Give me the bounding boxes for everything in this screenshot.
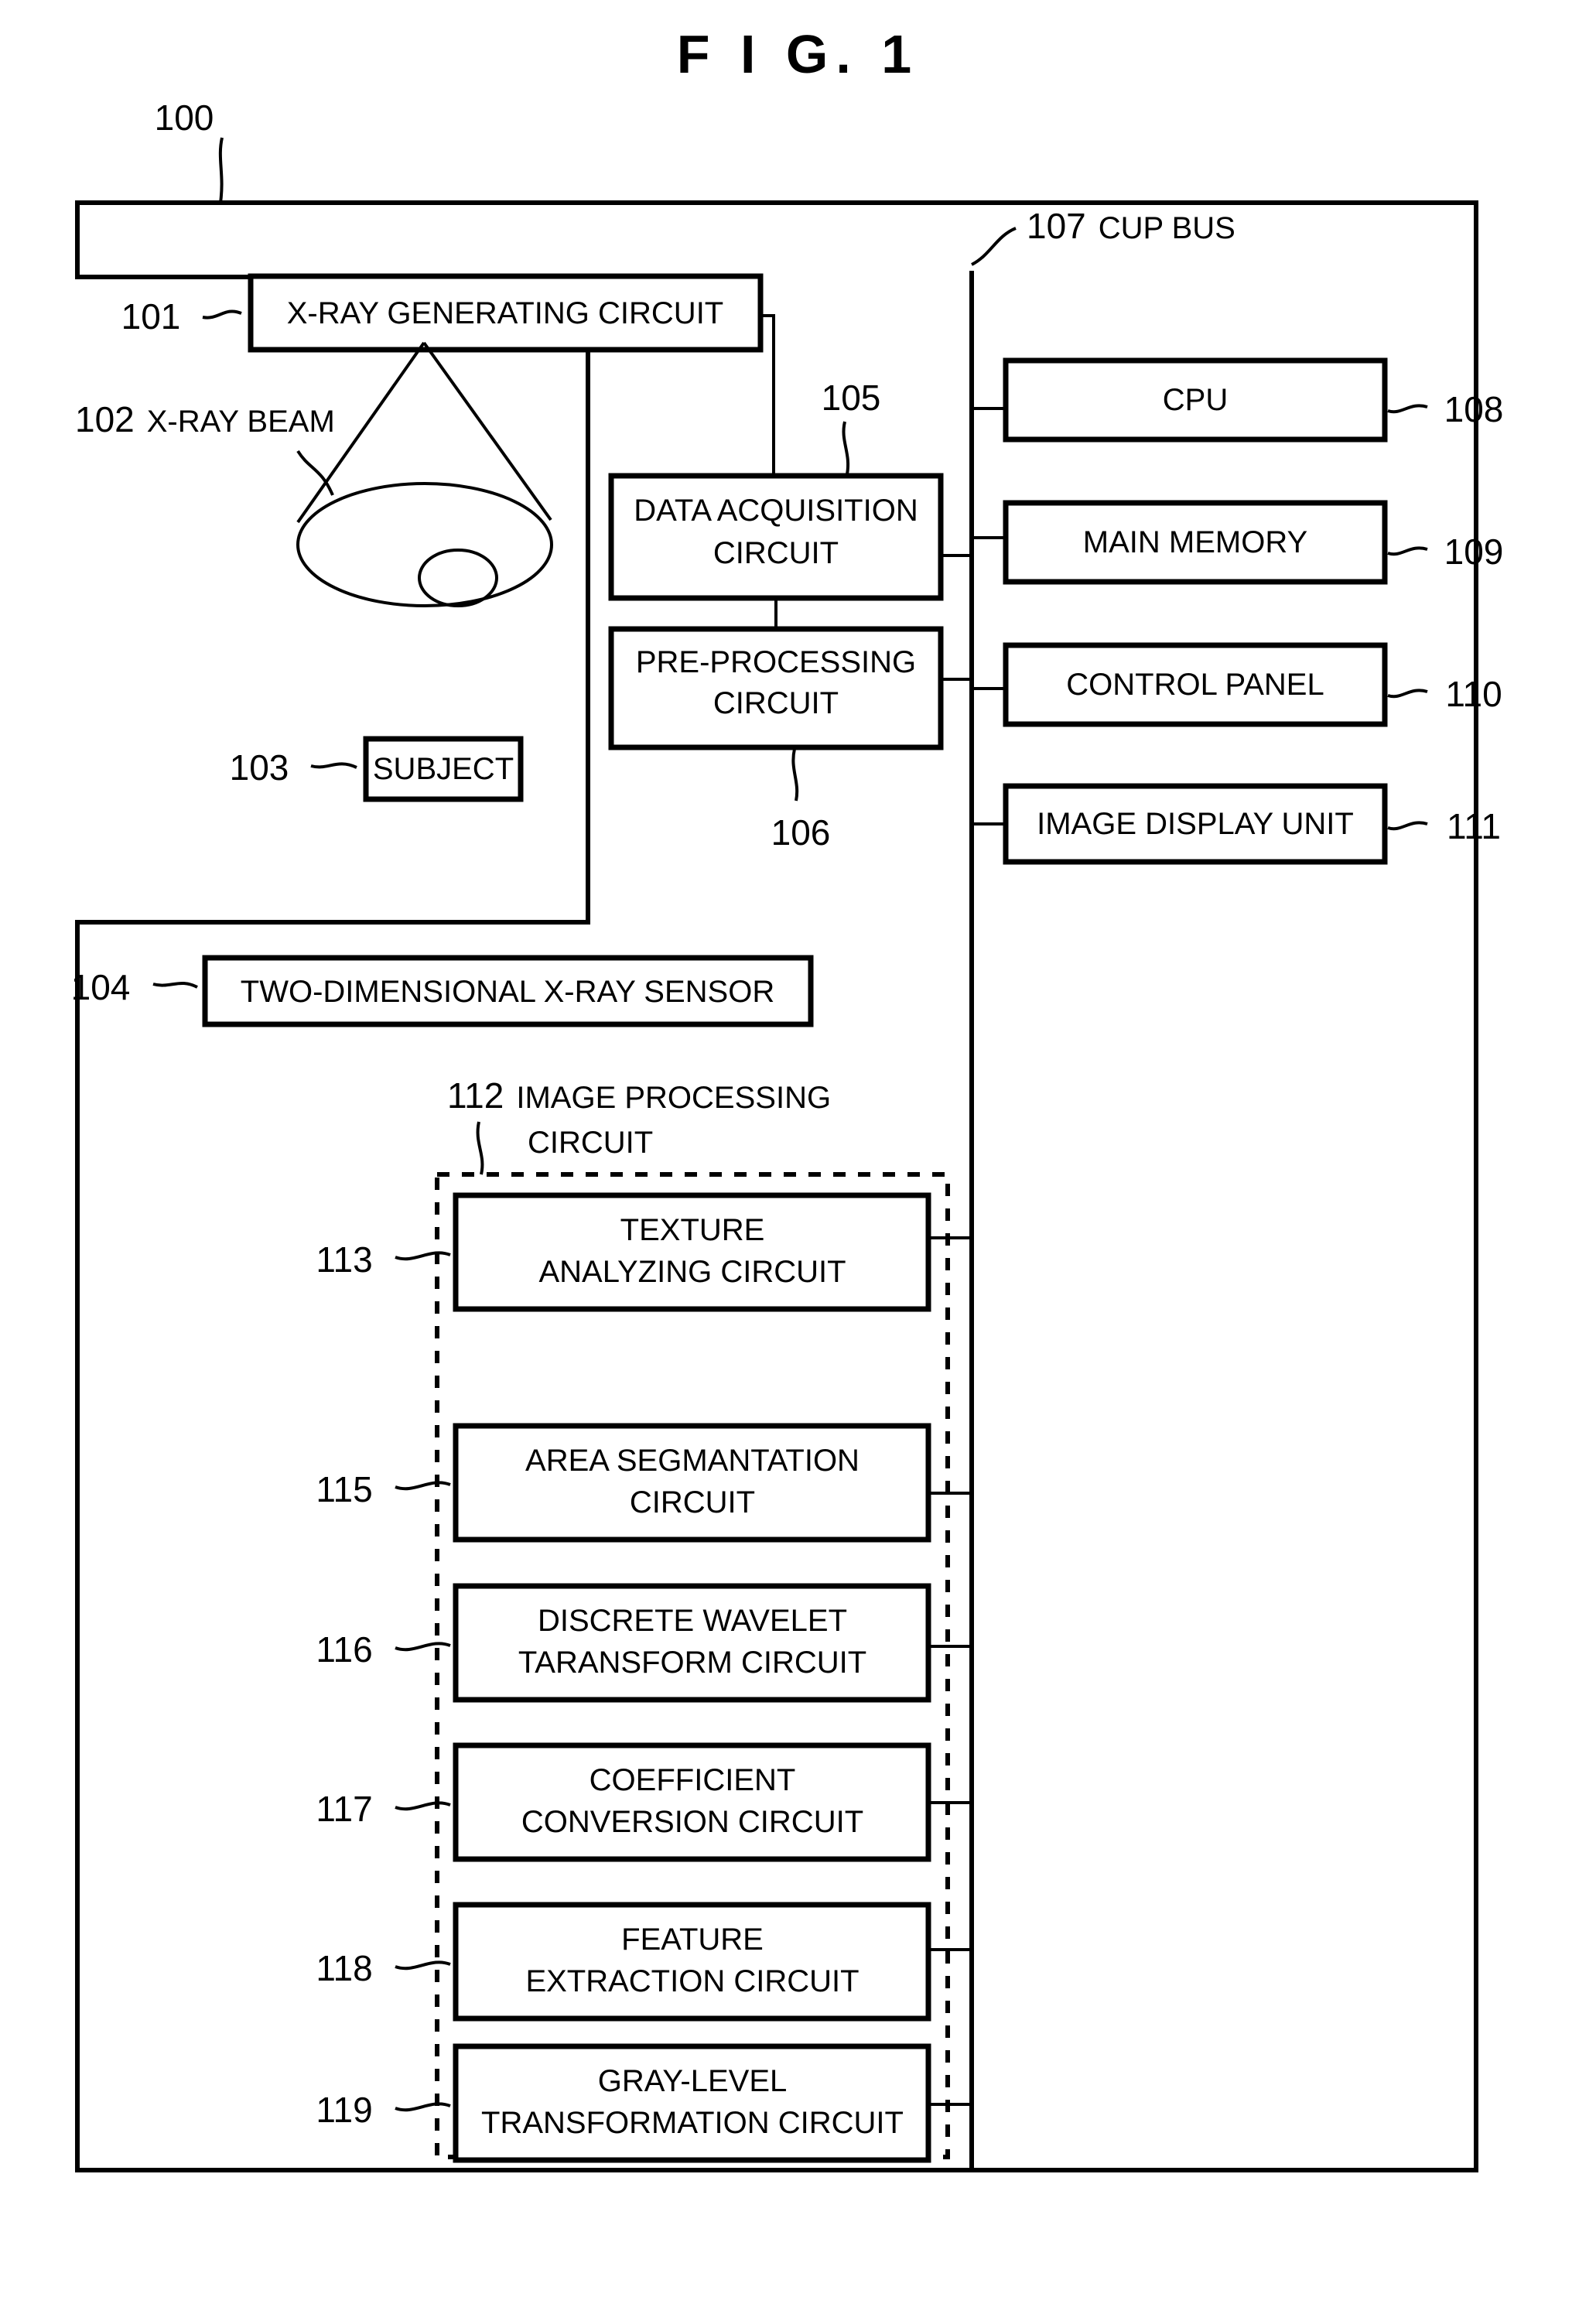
label-data-acquisition-line2: CIRCUIT: [713, 536, 839, 570]
lead-line-111: [1387, 821, 1428, 831]
lead-line-100: [218, 137, 224, 203]
label-subject: SUBJECT: [373, 752, 514, 786]
text-xray-beam: X-RAY BEAM: [147, 405, 335, 439]
ref-103: 103: [230, 747, 289, 788]
label-wavelet-line1: DISCRETE WAVELET: [538, 1604, 847, 1638]
lead-line-117: [395, 1801, 451, 1811]
lead-line-115: [395, 1481, 451, 1491]
ref-109: 109: [1444, 532, 1504, 572]
ref-119: 119: [316, 2090, 372, 2130]
label-texture-line2: ANALYZING CIRCUIT: [538, 1255, 846, 1289]
label-area-seg-line1: AREA SEGMANTATION: [525, 1444, 860, 1478]
ref-117: 117: [316, 1789, 372, 1829]
label-image-display-unit: IMAGE DISPLAY UNIT: [1037, 807, 1354, 841]
label-two-dimensional-xray-sensor: TWO-DIMENSIONAL X-RAY SENSOR: [241, 975, 774, 1009]
label-control-panel: CONTROL PANEL: [1066, 668, 1324, 702]
lead-line-109: [1387, 546, 1428, 556]
label-coefficient-line2: CONVERSION CIRCUIT: [521, 1805, 863, 1839]
lead-line-112: [476, 1121, 484, 1175]
lead-line-108: [1387, 404, 1428, 414]
lead-line-110: [1387, 689, 1428, 699]
patent-figure: F I G. 1 100 X-RAY GENERATING CIRCUIT 10…: [0, 0, 1596, 2297]
lead-line-116: [395, 1642, 451, 1652]
ref-106: 106: [771, 812, 831, 853]
ref-105: 105: [822, 378, 881, 418]
lead-line-101: [202, 309, 242, 320]
text-image-processing: IMAGE PROCESSING: [516, 1081, 831, 1115]
ref-112: 112: [447, 1075, 504, 1116]
label-cpu: CPU: [1163, 383, 1228, 417]
label-texture-line1: TEXTURE: [620, 1213, 765, 1247]
ref-115: 115: [316, 1469, 372, 1509]
ref-116: 116: [316, 1629, 372, 1670]
label-coefficient-line1: COEFFICIENT: [590, 1763, 796, 1797]
ref-104: 104: [71, 967, 131, 1007]
ref-102: 102: [75, 399, 135, 439]
label-gray-line2: TRANSFORMATION CIRCUIT: [481, 2106, 904, 2140]
xray-beam-focus-ellipse: [418, 549, 498, 607]
label-area-seg-line2: CIRCUIT: [630, 1485, 755, 1519]
label-data-acquisition-line1: DATA ACQUISITION: [634, 494, 918, 528]
label-pre-processing-line1: PRE-PROCESSING: [636, 645, 916, 679]
ref-107: 107: [1027, 206, 1086, 246]
label-xray-generating-circuit: X-RAY GENERATING CIRCUIT: [287, 296, 724, 330]
label-pre-processing-line2: CIRCUIT: [713, 686, 839, 720]
figure-canvas: 100 X-RAY GENERATING CIRCUIT 101 102 X-RA…: [71, 97, 1504, 2172]
lead-line-106: [791, 748, 799, 802]
lead-line-119: [395, 2102, 451, 2112]
ref-108: 108: [1444, 389, 1504, 429]
ref-110: 110: [1445, 674, 1502, 714]
label-main-memory: MAIN MEMORY: [1083, 525, 1307, 559]
label-cpu-bus: 107 CUP BUS: [1027, 206, 1235, 246]
lead-line-103: [310, 762, 357, 769]
label-wavelet-line2: TARANSFORM CIRCUIT: [518, 1646, 866, 1680]
ref-111: 111: [1447, 806, 1501, 846]
label-feature-line1: FEATURE: [621, 1923, 764, 1957]
label-image-processing-line2: CIRCUIT: [528, 1126, 653, 1160]
ref-118: 118: [316, 1948, 372, 1988]
xray-beam-base-ellipse: [296, 482, 553, 607]
lead-line-118: [395, 1960, 451, 1971]
ref-100: 100: [155, 97, 214, 138]
lead-line-104: [152, 981, 198, 989]
label-image-processing-line1: 112 IMAGE PROCESSING: [447, 1075, 831, 1116]
lead-line-107: [971, 227, 1017, 266]
label-feature-line2: EXTRACTION CIRCUIT: [525, 1964, 859, 1998]
label-xray-beam: 102 X-RAY BEAM: [75, 399, 335, 439]
lead-line-105: [842, 421, 850, 475]
ref-101: 101: [121, 296, 181, 337]
lead-line-113: [395, 1251, 451, 1261]
text-cpu-bus: CUP BUS: [1099, 211, 1235, 245]
lead-line-102: [296, 449, 334, 496]
label-gray-line1: GRAY-LEVEL: [598, 2064, 788, 2098]
xray-beam-cone-right: [422, 341, 552, 521]
ref-113: 113: [316, 1239, 372, 1280]
